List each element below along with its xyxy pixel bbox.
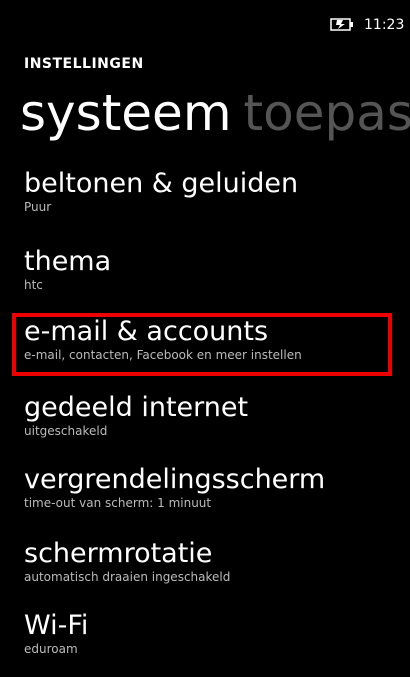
settings-item-title: gedeeld internet [24, 392, 249, 423]
pivot-tab-toepassingen[interactable]: toepas [244, 84, 410, 142]
status-bar: 11:23 [0, 0, 410, 40]
settings-item-title: vergrendelingsscherm [24, 464, 326, 495]
settings-item-thema[interactable]: thema htc [24, 246, 410, 292]
settings-item-subtitle: eduroam [24, 642, 78, 656]
settings-item-gedeeld-internet[interactable]: gedeeld internet uitgeschakeld [24, 392, 410, 438]
settings-item-title: Wi-Fi [24, 610, 89, 641]
settings-item-subtitle: htc [24, 278, 43, 292]
settings-item-title: beltonen & geluiden [24, 168, 299, 199]
settings-item-subtitle: time-out van scherm: 1 minuut [24, 496, 212, 510]
settings-item-title: thema [24, 246, 112, 277]
highlight-annotation-box [12, 313, 392, 376]
battery-charging-icon [330, 18, 353, 31]
pivot-tab-systeem[interactable]: systeem [20, 84, 232, 142]
settings-item-schermrotatie[interactable]: schermrotatie automatisch draaien ingesc… [24, 538, 410, 584]
status-clock: 11:23 [364, 17, 405, 33]
pivot-header: systeem toepas [20, 88, 410, 138]
settings-item-subtitle: uitgeschakeld [24, 424, 108, 438]
app-title: INSTELLINGEN [24, 56, 144, 72]
settings-item-wifi[interactable]: Wi-Fi eduroam [24, 610, 410, 656]
settings-item-vergrendelingsscherm[interactable]: vergrendelingsscherm time-out van scherm… [24, 464, 410, 510]
settings-item-subtitle: automatisch draaien ingeschakeld [24, 570, 231, 584]
settings-item-beltonen[interactable]: beltonen & geluiden Puur [24, 168, 410, 214]
settings-item-subtitle: Puur [24, 200, 52, 214]
settings-item-title: schermrotatie [24, 538, 213, 569]
